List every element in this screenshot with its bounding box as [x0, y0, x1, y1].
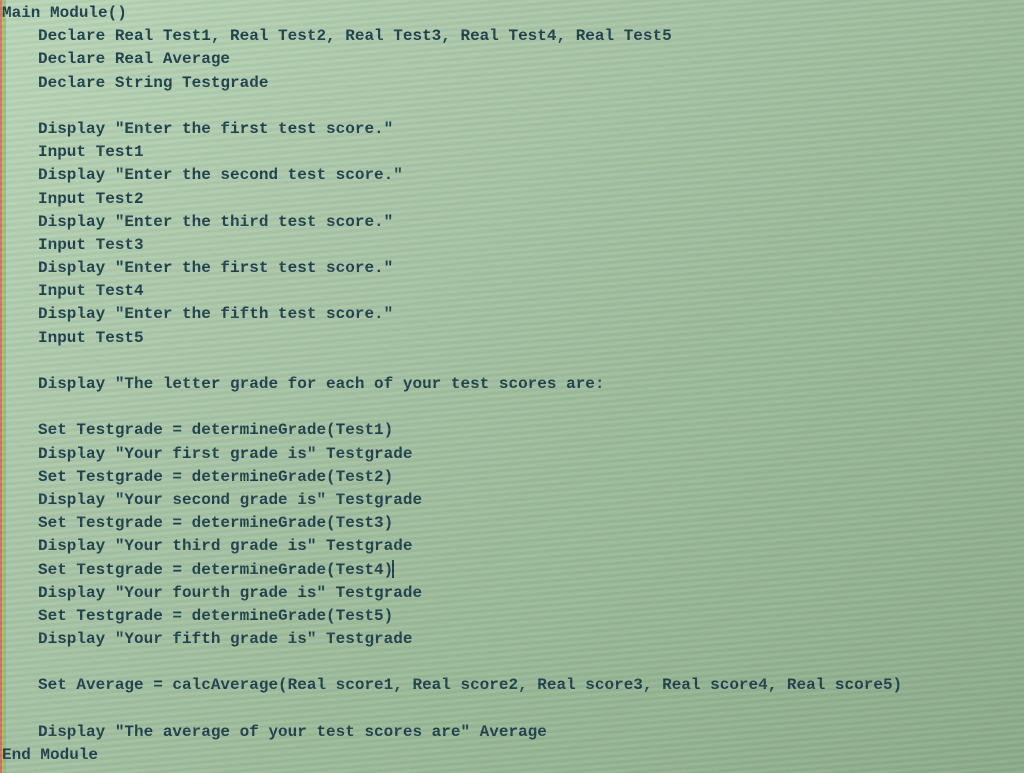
code-line[interactable]: Display "Enter the first test score." — [0, 118, 1024, 141]
code-text: Set Average = calcAverage(Real score1, R… — [38, 676, 902, 694]
code-text: Display "Your first grade is" Testgrade — [38, 445, 412, 463]
code-text: Declare String Testgrade — [38, 74, 268, 92]
code-text: Set Testgrade = determineGrade(Test3) — [38, 514, 393, 532]
code-line[interactable]: Display "The average of your test scores… — [0, 721, 1024, 744]
code-text: Display "Enter the second test score." — [38, 166, 403, 184]
code-text: Input Test2 — [38, 190, 144, 208]
code-line[interactable]: Display "Enter the second test score." — [0, 164, 1024, 187]
code-text — [38, 653, 48, 671]
code-line[interactable]: Set Testgrade = determineGrade(Test1) — [0, 419, 1024, 442]
code-editor[interactable]: Main Module() Declare Real Test1, Real Te… — [0, 0, 1024, 769]
code-line[interactable]: Declare String Testgrade — [0, 72, 1024, 95]
code-text: Declare Real Average — [38, 50, 230, 68]
code-text: Input Test5 — [38, 329, 144, 347]
code-line[interactable]: Display "Your fifth grade is" Testgrade — [0, 628, 1024, 651]
code-line[interactable] — [0, 698, 1024, 721]
code-line[interactable]: Display "Enter the first test score." — [0, 257, 1024, 280]
code-text — [38, 352, 48, 370]
code-line[interactable]: Main Module() — [0, 2, 1024, 25]
code-line[interactable]: Input Test1 — [0, 141, 1024, 164]
code-line[interactable]: Set Testgrade = determineGrade(Test2) — [0, 466, 1024, 489]
code-line[interactable]: Input Test5 — [0, 327, 1024, 350]
code-line[interactable]: Display "The letter grade for each of yo… — [0, 373, 1024, 396]
code-line[interactable] — [0, 651, 1024, 674]
code-line[interactable]: Input Test2 — [0, 188, 1024, 211]
code-text: Main Module() — [2, 4, 127, 22]
code-text: Display "Your second grade is" Testgrade — [38, 491, 422, 509]
code-text: Display "Your fourth grade is" Testgrade — [38, 584, 422, 602]
code-line[interactable]: Display "Your third grade is" Testgrade — [0, 535, 1024, 558]
code-text: Display "The average of your test scores… — [38, 723, 547, 741]
code-line[interactable]: Display "Your fourth grade is" Testgrade — [0, 582, 1024, 605]
code-text: Input Test4 — [38, 282, 144, 300]
code-line[interactable]: Display "Your first grade is" Testgrade — [0, 443, 1024, 466]
code-text: Display "Enter the first test score." — [38, 259, 393, 277]
code-line[interactable] — [0, 350, 1024, 373]
code-text — [38, 398, 48, 416]
code-text: Declare Real Test1, Real Test2, Real Tes… — [38, 27, 672, 45]
code-line[interactable]: Display "Enter the fifth test score." — [0, 303, 1024, 326]
code-line[interactable]: Input Test3 — [0, 234, 1024, 257]
code-text: Display "Your third grade is" Testgrade — [38, 537, 412, 555]
code-text: Set Testgrade = determineGrade(Test4) — [38, 561, 393, 579]
code-text: Set Testgrade = determineGrade(Test2) — [38, 468, 393, 486]
code-line[interactable]: Set Testgrade = determineGrade(Test3) — [0, 512, 1024, 535]
code-text — [38, 97, 48, 115]
code-text: Display "The letter grade for each of yo… — [38, 375, 605, 393]
code-text: Input Test3 — [38, 236, 144, 254]
code-text: Display "Enter the third test score." — [38, 213, 393, 231]
code-line[interactable]: Set Testgrade = determineGrade(Test4) — [0, 559, 1024, 582]
code-line[interactable]: Input Test4 — [0, 280, 1024, 303]
code-line[interactable]: Display "Enter the third test score." — [0, 211, 1024, 234]
code-text: Set Testgrade = determineGrade(Test1) — [38, 421, 393, 439]
code-text: Input Test1 — [38, 143, 144, 161]
code-text — [38, 700, 48, 718]
code-text: Display "Enter the first test score." — [38, 120, 393, 138]
code-line[interactable]: Set Average = calcAverage(Real score1, R… — [0, 674, 1024, 697]
code-line[interactable]: Set Testgrade = determineGrade(Test5) — [0, 605, 1024, 628]
code-line[interactable]: Declare Real Average — [0, 48, 1024, 71]
code-text: Set Testgrade = determineGrade(Test5) — [38, 607, 393, 625]
code-text: End Module — [2, 746, 98, 764]
code-line[interactable]: End Module — [0, 744, 1024, 767]
code-line[interactable]: Display "Your second grade is" Testgrade — [0, 489, 1024, 512]
code-line[interactable] — [0, 396, 1024, 419]
text-cursor — [392, 560, 394, 578]
code-text: Display "Your fifth grade is" Testgrade — [38, 630, 412, 648]
code-line[interactable]: Declare Real Test1, Real Test2, Real Tes… — [0, 25, 1024, 48]
code-line[interactable] — [0, 95, 1024, 118]
code-text: Display "Enter the fifth test score." — [38, 305, 393, 323]
